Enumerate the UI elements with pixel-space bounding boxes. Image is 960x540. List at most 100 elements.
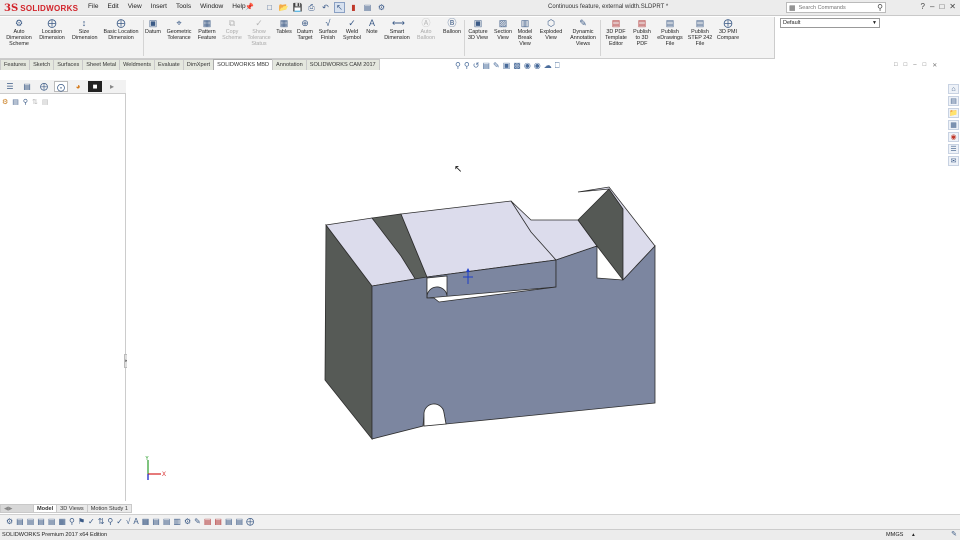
viewport-minimize-icon[interactable]: – xyxy=(913,62,916,69)
note-toolbar-icon[interactable]: A xyxy=(133,517,138,527)
quick-tips-icon[interactable]: ✎ xyxy=(951,530,957,540)
break-toolbar-icon[interactable]: ▥ xyxy=(173,517,181,527)
section-view-icon[interactable]: ▤ xyxy=(482,61,490,71)
previous-view-icon[interactable]: ↺ xyxy=(473,61,480,71)
appearances-icon[interactable]: ◉ xyxy=(948,132,959,142)
menu-help[interactable]: Help xyxy=(232,3,245,10)
ribbon-button-capture-3d-view[interactable]: ▣ Capture 3D View xyxy=(466,19,490,42)
basic-toolbar-icon[interactable]: ▤ xyxy=(48,517,56,527)
ribbon-button-smart-dimension[interactable]: ⟷ Smart Dimension xyxy=(383,19,411,42)
options-gear-icon[interactable]: ⚙ xyxy=(376,2,387,13)
zoom-to-fit-icon[interactable]: ⚲ xyxy=(455,61,461,71)
solidworks-resources-icon[interactable]: ⌂ xyxy=(948,84,959,94)
location-toolbar-icon[interactable]: ▤ xyxy=(16,517,24,527)
tab-dimxpert[interactable]: DimXpert xyxy=(182,59,215,70)
pattern-toolbar-icon[interactable]: ▤ xyxy=(37,517,45,527)
tab-sketch[interactable]: Sketch xyxy=(29,59,55,70)
ribbon-button-surface-finish[interactable]: √ Surface Finish xyxy=(317,19,339,42)
graphics-area[interactable]: X Y ↖ xyxy=(127,72,947,503)
menu-tools[interactable]: Tools xyxy=(176,3,191,10)
forum-icon[interactable]: ✉ xyxy=(948,156,959,166)
ribbon-button-publish-3d-pdf[interactable]: ▤ Publish to 3D PDF xyxy=(631,19,653,48)
ribbon-button-auto-balloon[interactable]: Ⓐ Auto Balloon xyxy=(416,19,436,42)
hide-show-items-icon[interactable]: ◉ xyxy=(524,61,531,71)
weld-toolbar-icon[interactable]: ✓ xyxy=(116,517,123,527)
select-arrow-icon[interactable]: ↖ xyxy=(334,2,345,13)
tile-left-icon[interactable]: □ xyxy=(894,62,898,69)
ribbon-button-datum-target[interactable]: ⊕ Datum Target xyxy=(296,19,314,42)
view-orientation-icon[interactable]: ▣ xyxy=(503,61,511,71)
edit-appearance-icon[interactable]: ◉ xyxy=(534,61,541,71)
ribbon-button-model-break-view[interactable]: ▥ Model Break View xyxy=(515,19,535,48)
tab-3d-views[interactable]: 3D Views xyxy=(56,504,88,513)
view-settings-icon[interactable]: ⎕ xyxy=(555,61,560,71)
zoom-to-area-icon[interactable]: ⚲ xyxy=(464,61,470,71)
ribbon-button-weld-symbol[interactable]: ✓ Weld Symbol xyxy=(342,19,362,42)
dynamic-annotation-icon[interactable]: ✎ xyxy=(493,61,500,71)
ribbon-button-size-dimension[interactable]: ↕ Size Dimension xyxy=(72,19,97,42)
menu-file[interactable]: File xyxy=(88,3,98,10)
tab-surfaces[interactable]: Surfaces xyxy=(53,59,84,70)
command-search[interactable]: ▦ ⚲ xyxy=(786,2,886,13)
solidworks-logo[interactable]: 3S SOLIDWORKS xyxy=(4,1,80,15)
copy-scheme-icon[interactable]: ⚲ xyxy=(23,98,28,106)
capture-toolbar-icon[interactable]: ▤ xyxy=(152,517,160,527)
ribbon-button-geometric-tolerance[interactable]: ⌖ Geometric Tolerance xyxy=(164,19,194,42)
ribbon-button-balloon[interactable]: Ⓑ Balloon xyxy=(441,19,463,36)
ribbon-button-tolerance-status[interactable]: ✓ Show Tolerance Status xyxy=(246,19,272,48)
ribbon-button-copy-scheme[interactable]: ⧉ Copy Scheme xyxy=(222,19,242,42)
ribbon-button-publish-edrawings[interactable]: ▤ Publish eDrawings File xyxy=(656,19,684,48)
unit-system-arrow-icon[interactable]: ▴ xyxy=(912,530,915,540)
close-icon[interactable]: ✕ xyxy=(949,2,956,11)
viewport-close-icon[interactable]: ✕ xyxy=(932,62,937,69)
minimize-icon[interactable]: – xyxy=(930,2,934,11)
menu-view[interactable]: View xyxy=(128,3,142,10)
tab-evaluate[interactable]: Evaluate xyxy=(154,59,184,70)
finish-toolbar-icon[interactable]: √ xyxy=(126,517,130,527)
feature-tree-tab-icon[interactable]: ☰ xyxy=(3,81,17,92)
apply-scene-icon[interactable]: ☁ xyxy=(544,61,552,71)
part-model[interactable] xyxy=(127,72,947,503)
ribbon-button-section-view[interactable]: ▨ Section View xyxy=(492,19,514,42)
delete-scheme-icon[interactable]: ▤ xyxy=(42,98,49,106)
unit-system[interactable]: MMGS xyxy=(886,530,903,540)
ribbon-button-tables[interactable]: ▦ Tables xyxy=(276,19,292,36)
check-toolbar-icon[interactable]: ✓ xyxy=(88,517,95,527)
publish-pdf-toolbar-icon[interactable]: ▤ xyxy=(214,517,222,527)
size-toolbar-icon[interactable]: ▤ xyxy=(27,517,35,527)
menu-edit[interactable]: Edit xyxy=(107,3,118,10)
step-toolbar-icon[interactable]: ▤ xyxy=(236,517,244,527)
tab-solidworks-mbd[interactable]: SOLIDWORKS MBD xyxy=(213,59,274,70)
tab-model[interactable]: Model xyxy=(33,504,58,513)
section-toolbar-icon[interactable]: ▤ xyxy=(163,517,171,527)
panel-scroll-icon[interactable]: ▸ xyxy=(105,81,119,92)
rebuild-icon[interactable]: ▮ xyxy=(348,2,359,13)
balloon-toolbar-icon[interactable]: ⚲ xyxy=(107,517,113,527)
save-icon[interactable]: 💾 xyxy=(292,2,303,13)
ribbon-button-exploded-view[interactable]: ⬡ Exploded View xyxy=(538,19,564,42)
custom-properties-icon[interactable]: ☰ xyxy=(948,144,959,154)
tile-right-icon[interactable]: □ xyxy=(904,62,908,69)
ribbon-button-note[interactable]: A Note xyxy=(365,19,379,36)
file-properties-icon[interactable]: ▤ xyxy=(362,2,373,13)
datum-toolbar-icon[interactable]: ⚙ xyxy=(6,517,13,527)
view-palette-icon[interactable]: ▦ xyxy=(948,120,959,130)
table-toolbar-icon[interactable]: ▦ xyxy=(142,517,150,527)
ribbon-button-auto-dimension[interactable]: ⚙ Auto Dimension Scheme xyxy=(6,19,32,48)
dynamic-toolbar-icon[interactable]: ✎ xyxy=(194,517,201,527)
configuration-manager-tab-icon[interactable]: ⨁ xyxy=(37,81,51,92)
ribbon-button-publish-step[interactable]: ▤ Publish STEP 242 File xyxy=(686,19,714,48)
ribbon-button-pdf-template[interactable]: ▤ 3D PDF Template Editor xyxy=(602,19,630,48)
menu-insert[interactable]: Insert xyxy=(151,3,167,10)
open-folder-icon[interactable]: 📂 xyxy=(278,2,289,13)
design-library-icon[interactable]: ▤ xyxy=(948,96,959,106)
display-manager-tab-icon[interactable]: ◕ xyxy=(71,81,85,92)
tab-features[interactable]: Features xyxy=(0,59,31,70)
tab-scroll-arrows[interactable]: ◀▶ xyxy=(0,504,34,513)
undo-icon[interactable]: ↶ xyxy=(320,2,331,13)
ribbon-button-location-dimension[interactable]: ⨁ Location Dimension xyxy=(37,19,67,42)
import-scheme-icon[interactable]: ⇅ xyxy=(32,98,38,106)
display-style-icon[interactable]: ▩ xyxy=(513,61,521,71)
new-document-icon[interactable]: □ xyxy=(264,2,275,13)
tab-solidworks-cam-2017[interactable]: SOLIDWORKS CAM 2017 xyxy=(305,59,380,70)
